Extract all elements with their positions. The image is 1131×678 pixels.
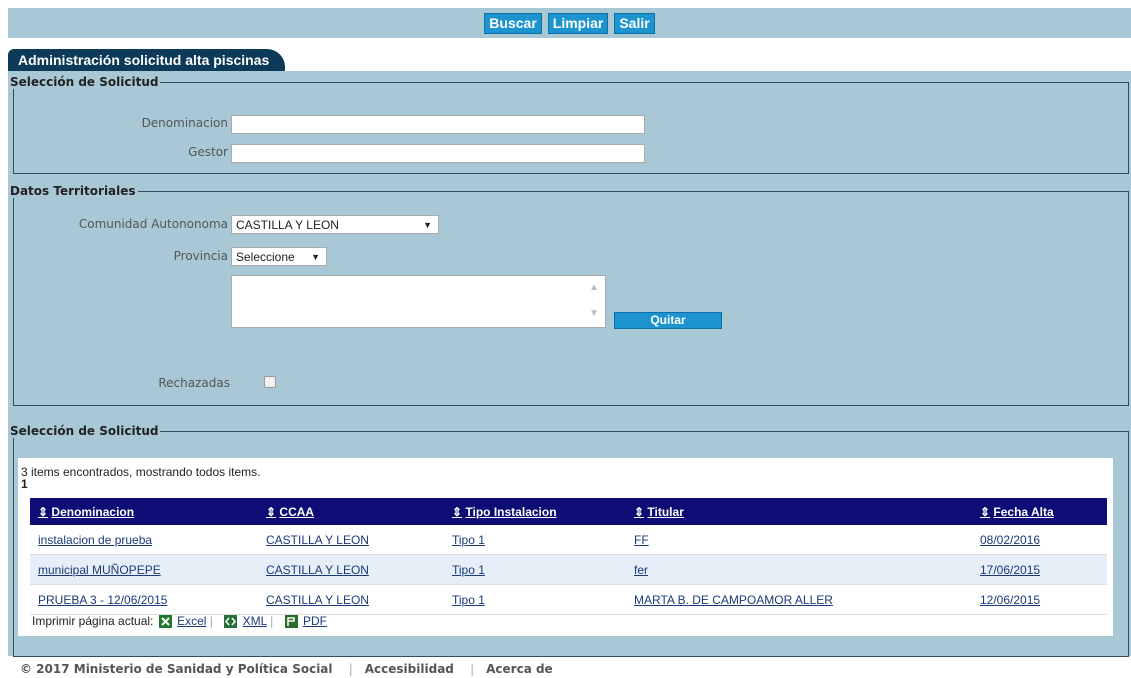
export-prefix: Imprimir página actual: <box>32 614 154 628</box>
sort-icon: ⇕ <box>980 504 991 519</box>
cell-link[interactable]: CASTILLA Y LEON <box>266 563 369 577</box>
footer-acerca-link[interactable]: Acerca de <box>486 662 553 676</box>
pdf-icon[interactable] <box>284 615 298 629</box>
results-info: 3 items encontrados, mostrando todos ite… <box>21 465 261 479</box>
table-row: instalacion de prueba CASTILLA Y LEON Ti… <box>30 525 1107 555</box>
cell-link[interactable]: CASTILLA Y LEON <box>266 533 369 547</box>
chevron-down-icon: ▼ <box>423 220 432 230</box>
buscar-button[interactable]: Buscar <box>484 12 542 34</box>
page-title-tab: Administración solicitud alta piscinas <box>8 49 286 71</box>
ccaa-select-value: CASTILLA Y LEON <box>236 218 339 232</box>
cell-link[interactable]: MARTA B. DE CAMPOAMOR ALLER <box>634 593 833 607</box>
cell-link[interactable]: fer <box>634 563 648 577</box>
seleccion-legend: Selección de Solicitud <box>10 75 159 89</box>
footer-accesibilidad-link[interactable]: Accesibilidad <box>365 662 454 676</box>
results-legend: Selección de Solicitud <box>10 424 159 438</box>
cell-link[interactable]: municipal MUÑOPEPE <box>38 563 161 577</box>
excel-icon[interactable] <box>158 615 172 629</box>
export-pdf-link[interactable]: PDF <box>303 614 327 628</box>
export-xml-link[interactable]: XML <box>243 614 267 628</box>
col-header-ccaa[interactable]: ⇕ CCAA <box>258 498 444 525</box>
limpiar-button[interactable]: Limpiar <box>547 12 609 34</box>
provincia-select[interactable]: Seleccione ▼ <box>231 247 327 266</box>
rechazadas-label: Rechazadas <box>158 376 230 390</box>
cell-link[interactable]: Tipo 1 <box>452 563 485 577</box>
denominacion-label: Denominacion <box>141 116 228 130</box>
top-toolbar: Buscar Limpiar Salir <box>8 8 1131 38</box>
col-header-fecha[interactable]: ⇕ Fecha Alta <box>972 498 1107 525</box>
provincia-select-value: Seleccione <box>236 250 295 264</box>
territorial-legend: Datos Territoriales <box>10 184 136 198</box>
cell-link[interactable]: CASTILLA Y LEON <box>266 593 369 607</box>
cell-link[interactable]: Tipo 1 <box>452 533 485 547</box>
cell-link[interactable]: PRUEBA 3 - 12/06/2015 <box>38 593 167 607</box>
cell-link[interactable]: 08/02/2016 <box>980 533 1040 547</box>
cell-link[interactable]: Tipo 1 <box>452 593 485 607</box>
quitar-button[interactable]: Quitar <box>614 312 722 329</box>
cell-link[interactable]: 17/06/2015 <box>980 563 1040 577</box>
divider: | <box>470 662 475 676</box>
chevron-down-icon: ▼ <box>311 252 320 262</box>
table-row: municipal MUÑOPEPE CASTILLA Y LEON Tipo … <box>30 554 1107 585</box>
ccaa-label: Comunidad Autononoma <box>78 217 228 231</box>
page-number[interactable]: 1 <box>21 477 28 491</box>
denominacion-input[interactable] <box>231 115 645 134</box>
scroll-down-icon[interactable]: ▼ <box>589 308 599 319</box>
cell-link[interactable]: 12/06/2015 <box>980 593 1040 607</box>
gestor-label: Gestor <box>188 145 228 159</box>
results-table: ⇕ Denominacion ⇕ CCAA ⇕ Tipo Instalacion… <box>30 498 1107 615</box>
xml-icon[interactable] <box>224 615 238 629</box>
salir-button[interactable]: Salir <box>614 12 655 34</box>
footer: © 2017 Ministerio de Sanidad y Política … <box>20 662 565 676</box>
divider: | <box>209 614 213 628</box>
cell-link[interactable]: FF <box>634 533 649 547</box>
sort-icon: ⇕ <box>452 504 463 519</box>
divider: | <box>348 662 353 676</box>
col-header-denominacion[interactable]: ⇕ Denominacion <box>30 498 258 525</box>
sort-icon: ⇕ <box>634 504 645 519</box>
sort-icon: ⇕ <box>38 504 49 519</box>
provincia-listbox[interactable]: ▲ ▼ <box>231 275 606 328</box>
export-excel-link[interactable]: Excel <box>177 614 206 628</box>
divider: | <box>270 614 274 628</box>
table-header-row: ⇕ Denominacion ⇕ CCAA ⇕ Tipo Instalacion… <box>30 498 1107 525</box>
cell-link[interactable]: instalacion de prueba <box>38 533 152 547</box>
rechazadas-checkbox[interactable] <box>264 376 276 388</box>
footer-copyright: © 2017 Ministerio de Sanidad y Política … <box>20 662 333 676</box>
col-header-titular[interactable]: ⇕ Titular <box>626 498 972 525</box>
table-row: PRUEBA 3 - 12/06/2015 CASTILLA Y LEON Ti… <box>30 584 1107 615</box>
sort-icon: ⇕ <box>266 504 277 519</box>
gestor-input[interactable] <box>231 144 645 163</box>
ccaa-select[interactable]: CASTILLA Y LEON ▼ <box>231 215 439 234</box>
scroll-up-icon[interactable]: ▲ <box>589 282 599 293</box>
export-bar: Imprimir página actual: Excel | XML | PD… <box>32 614 327 629</box>
provincia-label: Provincia <box>173 249 228 263</box>
col-header-tipo[interactable]: ⇕ Tipo Instalacion <box>444 498 626 525</box>
